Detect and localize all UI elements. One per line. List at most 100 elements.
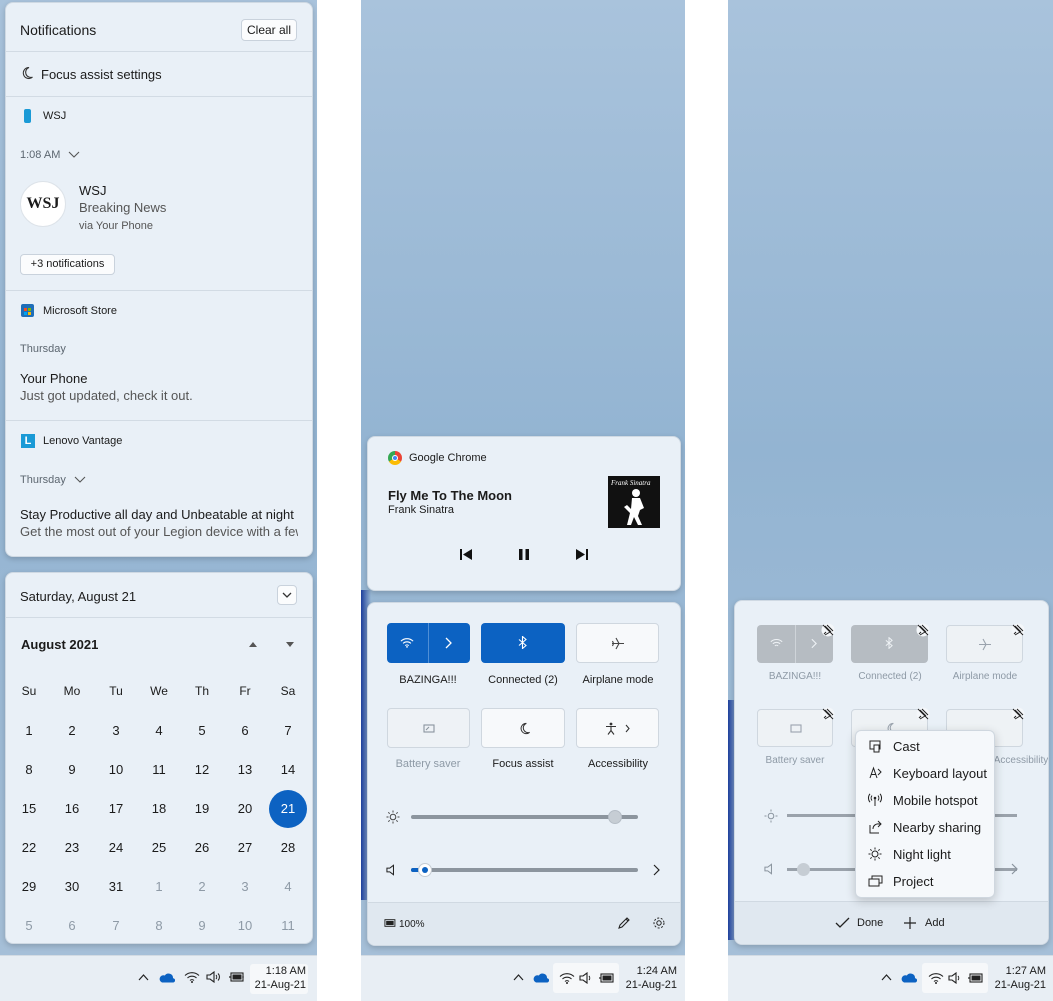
next-month-icon[interactable]: [285, 641, 295, 648]
calendar-day[interactable]: 12: [182, 755, 222, 785]
menu-item-night-light[interactable]: Night light: [856, 841, 994, 868]
volume-slider-thumb[interactable]: [417, 863, 432, 877]
calendar-month-label[interactable]: August 2021: [21, 637, 98, 652]
calendar-day[interactable]: 4: [268, 872, 308, 902]
battery-charging-icon[interactable]: [228, 971, 245, 983]
calendar-day[interactable]: 11: [139, 755, 179, 785]
taskbar-clock[interactable]: 1:18 AM 21-Aug-21: [250, 964, 308, 994]
calendar-day[interactable]: 1: [9, 716, 49, 746]
calendar-day[interactable]: 25: [139, 833, 179, 863]
calendar-day[interactable]: 10: [225, 911, 265, 941]
menu-item-nearby-sharing[interactable]: Nearby sharing: [856, 814, 994, 841]
calendar-day[interactable]: 19: [182, 794, 222, 824]
calendar-day[interactable]: 3: [225, 872, 265, 902]
notification-group-microsoft-store[interactable]: Microsoft Store Thursday Your Phone Just…: [6, 291, 312, 419]
unpin-icon[interactable]: [1011, 623, 1025, 637]
onedrive-icon[interactable]: [158, 972, 175, 983]
unpin-icon[interactable]: [821, 707, 835, 721]
show-hidden-icons-icon[interactable]: [138, 974, 149, 981]
calendar-day[interactable]: 7: [268, 716, 308, 746]
calendar-day[interactable]: 31: [96, 872, 136, 902]
unpin-icon[interactable]: [821, 623, 835, 637]
calendar-day[interactable]: 17: [96, 794, 136, 824]
calendar-day[interactable]: 29: [9, 872, 49, 902]
calendar-day[interactable]: 13: [225, 755, 265, 785]
calendar-day-selected[interactable]: 21: [269, 790, 307, 828]
volume-icon[interactable]: [206, 971, 221, 983]
menu-item-cast[interactable]: Cast: [856, 733, 994, 760]
calendar-day[interactable]: 16: [52, 794, 92, 824]
calendar-day[interactable]: 5: [9, 911, 49, 941]
chevron-down-icon[interactable]: [74, 476, 86, 484]
calendar-day[interactable]: 22: [9, 833, 49, 863]
calendar-day[interactable]: 28: [268, 833, 308, 863]
menu-item-mobile-hotspot[interactable]: Mobile hotspot: [856, 787, 994, 814]
calendar-day[interactable]: 8: [9, 755, 49, 785]
taskbar-clock[interactable]: 1:24 AM 21-Aug-21: [623, 964, 677, 994]
audio-output-chevron-icon[interactable]: [653, 864, 660, 876]
chevron-right-icon[interactable]: [445, 637, 452, 649]
show-hidden-icons-icon[interactable]: [881, 974, 892, 981]
calendar-day[interactable]: 30: [52, 872, 92, 902]
onedrive-icon[interactable]: [900, 972, 917, 983]
unpin-icon[interactable]: [1011, 707, 1025, 721]
calendar-day[interactable]: 2: [52, 716, 92, 746]
more-notifications-button[interactable]: +3 notifications: [20, 254, 115, 275]
calendar-day[interactable]: 14: [268, 755, 308, 785]
wifi-icon[interactable]: [184, 971, 200, 983]
calendar-day[interactable]: 7: [96, 911, 136, 941]
calendar-day[interactable]: 24: [96, 833, 136, 863]
calendar-day[interactable]: 11: [268, 911, 308, 941]
brightness-slider-thumb[interactable]: [608, 810, 623, 824]
next-track-icon[interactable]: [575, 548, 589, 561]
add-button[interactable]: Add: [904, 914, 964, 934]
airplane-mode-tile[interactable]: [576, 623, 659, 663]
menu-item-keyboard-layout[interactable]: Keyboard layout: [856, 760, 994, 787]
focus-assist-settings-link[interactable]: Focus assist settings: [6, 52, 312, 96]
system-tray-group[interactable]: [553, 963, 619, 993]
calendar-day[interactable]: 8: [139, 911, 179, 941]
calendar-day[interactable]: 6: [52, 911, 92, 941]
volume-slider[interactable]: [411, 863, 638, 877]
pause-icon[interactable]: [518, 548, 530, 561]
settings-gear-icon[interactable]: [652, 916, 666, 930]
battery-saver-tile[interactable]: [387, 708, 470, 748]
done-button[interactable]: Done: [835, 914, 895, 934]
bluetooth-tile[interactable]: [481, 623, 565, 663]
clear-all-button[interactable]: Clear all: [241, 19, 297, 41]
calendar-day[interactable]: 3: [96, 716, 136, 746]
calendar-day[interactable]: 15: [9, 794, 49, 824]
focus-assist-tile[interactable]: [481, 708, 565, 748]
calendar-day[interactable]: 20: [225, 794, 265, 824]
chevron-down-icon[interactable]: [68, 151, 80, 159]
unpin-icon[interactable]: [916, 707, 930, 721]
calendar-collapse-button[interactable]: [277, 585, 297, 605]
calendar-day[interactable]: 26: [182, 833, 222, 863]
notification-group-lenovo-vantage[interactable]: L Lenovo Vantage Thursday Stay Productiv…: [6, 421, 312, 556]
calendar-day[interactable]: 9: [182, 911, 222, 941]
calendar-day[interactable]: 6: [225, 716, 265, 746]
show-hidden-icons-icon[interactable]: [513, 974, 524, 981]
calendar-day[interactable]: 1: [139, 872, 179, 902]
edit-pencil-icon[interactable]: [617, 916, 631, 930]
calendar-day[interactable]: 10: [96, 755, 136, 785]
notification-item[interactable]: WSJ WSJ Breaking News via Your Phone: [6, 175, 312, 245]
previous-track-icon[interactable]: [459, 548, 473, 561]
calendar-day[interactable]: 5: [182, 716, 222, 746]
onedrive-icon[interactable]: [532, 972, 549, 983]
brightness-slider[interactable]: [411, 810, 638, 824]
taskbar-clock[interactable]: 1:27 AM 21-Aug-21: [992, 964, 1046, 994]
calendar-day[interactable]: 23: [52, 833, 92, 863]
calendar-day[interactable]: 4: [139, 716, 179, 746]
battery-icon[interactable]: [382, 918, 397, 928]
accessibility-tile[interactable]: [576, 708, 659, 748]
volume-icon[interactable]: [386, 864, 400, 876]
menu-item-project[interactable]: Project: [856, 868, 994, 895]
calendar-day[interactable]: 2: [182, 872, 222, 902]
previous-month-icon[interactable]: [248, 641, 258, 648]
wifi-tile[interactable]: [387, 623, 470, 663]
calendar-day[interactable]: 18: [139, 794, 179, 824]
calendar-day[interactable]: 27: [225, 833, 265, 863]
calendar-day[interactable]: 9: [52, 755, 92, 785]
unpin-icon[interactable]: [916, 623, 930, 637]
